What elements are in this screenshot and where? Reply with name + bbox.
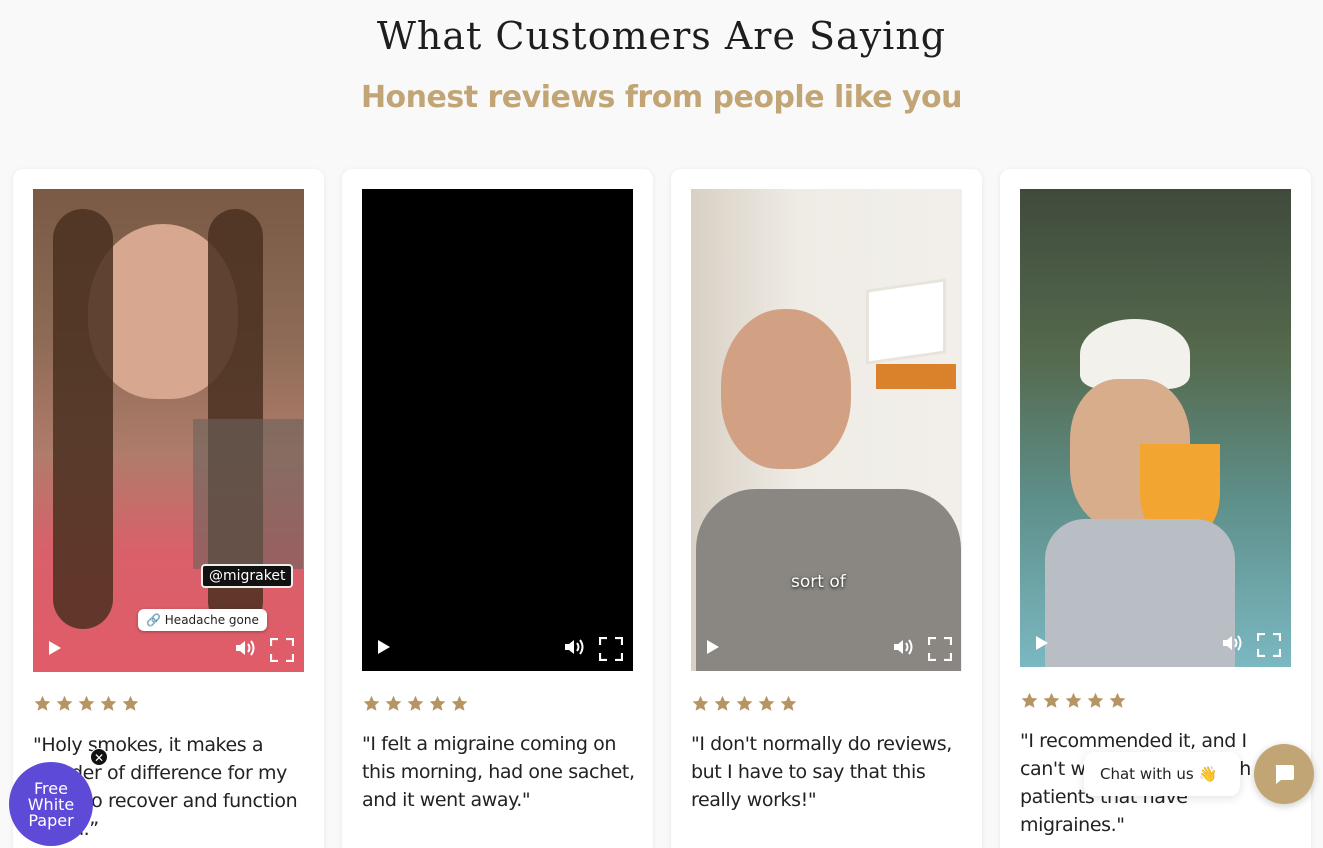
star-icon [692, 695, 709, 711]
volume-icon[interactable] [1221, 632, 1243, 654]
star-rating [33, 695, 140, 713]
review-video-4[interactable] [1020, 189, 1291, 667]
white-paper-line: Paper [28, 811, 74, 830]
star-icon [34, 695, 51, 711]
link-chip-label: Headache gone [164, 613, 259, 627]
video-subtitle: sort of [791, 572, 846, 592]
star-rating [691, 695, 798, 713]
star-icon [407, 695, 424, 711]
review-quote: "I don't normally do reviews, but I have… [691, 733, 952, 811]
star-icon [736, 695, 753, 711]
star-icon [1021, 692, 1038, 708]
wave-icon: 👋 [1198, 765, 1218, 783]
star-icon [780, 695, 797, 711]
close-icon[interactable]: ✕ [90, 748, 108, 766]
star-icon [363, 695, 380, 711]
play-icon[interactable] [378, 640, 390, 654]
star-icon [1087, 692, 1104, 708]
review-card-2: "I felt a migraine coming on this mornin… [342, 169, 653, 848]
chat-button[interactable] [1254, 744, 1314, 804]
volume-icon[interactable] [234, 637, 256, 659]
volume-icon[interactable] [892, 636, 914, 658]
review-video-3[interactable]: sort of [691, 189, 962, 671]
star-icon [1065, 692, 1082, 708]
star-icon [714, 695, 731, 711]
fullscreen-icon[interactable] [599, 637, 623, 661]
video-controls [33, 636, 304, 664]
video-controls [362, 635, 633, 663]
review-card-4: "I recommended it, and I can't wait to s… [1000, 169, 1311, 848]
review-card-3: sort of "I don't normally do reviews, bu… [671, 169, 982, 848]
star-icon [56, 695, 73, 711]
star-icon [78, 695, 95, 711]
review-video-2[interactable] [362, 189, 633, 671]
fullscreen-icon[interactable] [270, 638, 294, 662]
play-icon[interactable] [707, 640, 719, 654]
star-icon [100, 695, 117, 711]
video-link-chip: 🔗 Headache gone [138, 609, 267, 631]
free-white-paper-button[interactable]: Free White Paper [9, 762, 93, 846]
fullscreen-icon[interactable] [1257, 633, 1281, 657]
link-icon: 🔗 [146, 613, 161, 627]
star-icon [429, 695, 446, 711]
star-icon [451, 695, 468, 711]
volume-icon[interactable] [563, 636, 585, 658]
star-icon [1043, 692, 1060, 708]
star-rating [1020, 692, 1127, 710]
review-card-1: @migraket 🔗 Headache gone "Holy smokes, … [13, 169, 324, 848]
section-subtitle: Honest reviews from people like you [360, 80, 963, 115]
chat-icon [1275, 765, 1294, 784]
star-icon [122, 695, 139, 711]
star-rating [362, 695, 469, 713]
chat-prompt[interactable]: Chat with us 👋 [1084, 752, 1240, 796]
chat-prompt-label: Chat with us [1100, 765, 1194, 783]
video-controls [1020, 631, 1291, 659]
video-handle-overlay: @migraket [201, 564, 294, 588]
video-controls [691, 635, 962, 663]
fullscreen-icon[interactable] [928, 637, 952, 661]
star-icon [1109, 692, 1126, 708]
play-icon[interactable] [49, 641, 61, 655]
review-video-1[interactable]: @migraket 🔗 Headache gone [33, 189, 304, 672]
star-icon [385, 695, 402, 711]
review-quote: "I felt a migraine coming on this mornin… [362, 733, 635, 811]
section-title: What Customers Are Saying [376, 14, 947, 58]
star-icon [758, 695, 775, 711]
play-icon[interactable] [1036, 636, 1048, 650]
